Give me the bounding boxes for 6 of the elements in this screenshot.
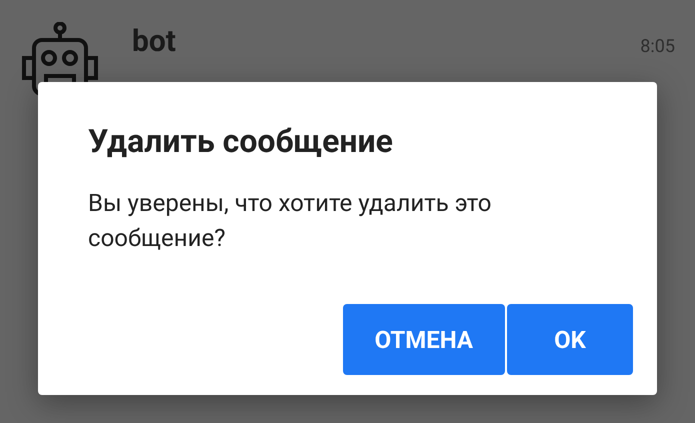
cancel-button[interactable]: ОТМЕНА — [342, 304, 505, 375]
dialog-title: Удалить сообщение — [88, 122, 394, 160]
dialog-message: Вы уверены, что хотите удалить это сообщение? — [88, 188, 492, 254]
message-time: 8:05 — [640, 36, 675, 57]
chat-name: bot — [132, 24, 177, 59]
ok-button[interactable]: OK — [507, 304, 633, 375]
